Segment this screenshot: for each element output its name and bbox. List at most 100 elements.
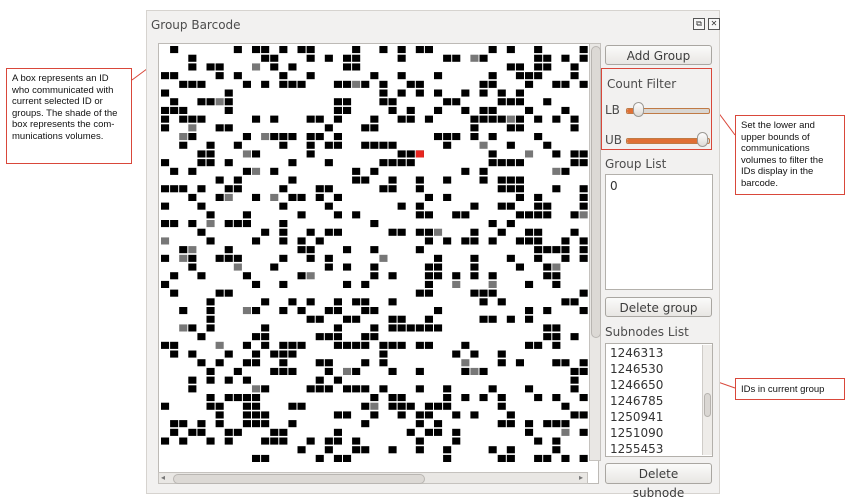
barcode-box[interactable] <box>197 80 206 88</box>
barcode-box[interactable] <box>443 141 452 149</box>
barcode-box[interactable] <box>552 167 561 175</box>
barcode-box[interactable] <box>188 376 197 384</box>
barcode-box[interactable] <box>233 428 242 436</box>
list-item[interactable]: 0 <box>610 179 618 193</box>
barcode-box[interactable] <box>333 324 342 332</box>
barcode-box[interactable] <box>370 124 379 132</box>
barcode-box[interactable] <box>534 54 543 62</box>
barcode-box[interactable] <box>333 298 342 306</box>
barcode-box[interactable] <box>352 46 361 54</box>
barcode-box[interactable] <box>352 315 361 323</box>
barcode-box[interactable] <box>161 185 170 193</box>
barcode-box[interactable] <box>552 115 561 123</box>
barcode-box[interactable] <box>252 307 261 315</box>
barcode-box[interactable] <box>242 150 251 158</box>
barcode-box[interactable] <box>479 367 488 375</box>
barcode-box[interactable] <box>552 394 561 402</box>
barcode-box[interactable] <box>452 280 461 288</box>
barcode-box[interactable] <box>188 133 197 141</box>
list-item[interactable]: 1246650 <box>606 377 702 393</box>
barcode-box[interactable] <box>170 341 179 349</box>
barcode-box[interactable] <box>552 246 561 254</box>
barcode-box[interactable] <box>415 185 424 193</box>
barcode-box[interactable] <box>424 428 433 436</box>
barcode-box[interactable] <box>170 420 179 428</box>
delete-group-button[interactable]: Delete group <box>605 297 712 317</box>
barcode-box[interactable] <box>306 133 315 141</box>
barcode-box[interactable] <box>161 202 170 210</box>
barcode-box[interactable] <box>170 106 179 114</box>
barcode-box[interactable] <box>206 367 215 375</box>
barcode-box[interactable] <box>561 254 570 262</box>
barcode-box[interactable] <box>170 72 179 80</box>
barcode-box[interactable] <box>497 202 506 210</box>
barcode-box[interactable] <box>333 141 342 149</box>
barcode-box[interactable] <box>470 54 479 62</box>
barcode-box[interactable] <box>579 46 588 54</box>
barcode-box[interactable] <box>233 254 242 262</box>
barcode-box[interactable] <box>561 298 570 306</box>
barcode-box[interactable] <box>388 141 397 149</box>
barcode-box[interactable] <box>297 307 306 315</box>
barcode-box[interactable] <box>379 98 388 106</box>
barcode-box[interactable] <box>561 454 570 462</box>
barcode-box[interactable] <box>261 298 270 306</box>
barcode-box[interactable] <box>552 80 561 88</box>
barcode-box[interactable] <box>561 54 570 62</box>
barcode-box[interactable] <box>179 115 188 123</box>
barcode-box[interactable] <box>343 411 352 419</box>
barcode-box[interactable] <box>252 167 261 175</box>
barcode-box[interactable] <box>534 63 543 71</box>
barcode-box[interactable] <box>461 341 470 349</box>
barcode-box[interactable] <box>515 63 524 71</box>
barcode-box[interactable] <box>579 428 588 436</box>
barcode-box[interactable] <box>397 341 406 349</box>
barcode-box[interactable] <box>206 298 215 306</box>
barcode-box[interactable] <box>288 367 297 375</box>
barcode-box[interactable] <box>279 367 288 375</box>
barcode-box[interactable] <box>361 141 370 149</box>
barcode-box[interactable] <box>252 237 261 245</box>
barcode-box[interactable] <box>434 307 443 315</box>
barcode-box[interactable] <box>479 298 488 306</box>
barcode-box[interactable] <box>206 402 215 410</box>
barcode-box[interactable] <box>479 176 488 184</box>
barcode-box[interactable] <box>415 367 424 375</box>
barcode-box[interactable] <box>461 167 470 175</box>
barcode-box[interactable] <box>534 437 543 445</box>
barcode-box[interactable] <box>515 359 524 367</box>
barcode-box[interactable] <box>488 446 497 454</box>
barcode-box[interactable] <box>415 246 424 254</box>
barcode-box[interactable] <box>343 263 352 271</box>
barcode-box[interactable] <box>297 272 306 280</box>
barcode-box[interactable] <box>579 246 588 254</box>
barcode-box[interactable] <box>270 367 279 375</box>
delete-subnode-button[interactable]: Delete subnode <box>605 463 712 500</box>
barcode-box[interactable] <box>370 167 379 175</box>
barcode-box[interactable] <box>534 46 543 54</box>
barcode-box[interactable] <box>288 80 297 88</box>
barcode-box[interactable] <box>525 72 534 80</box>
barcode-box[interactable] <box>370 72 379 80</box>
barcode-box[interactable] <box>534 341 543 349</box>
barcode-box[interactable] <box>352 176 361 184</box>
barcode-box[interactable] <box>333 376 342 384</box>
barcode-box[interactable] <box>488 80 497 88</box>
barcode-box[interactable] <box>288 193 297 201</box>
barcode-box[interactable] <box>497 98 506 106</box>
barcode-box[interactable] <box>461 89 470 97</box>
barcode-box[interactable] <box>197 420 206 428</box>
barcode-box[interactable] <box>352 341 361 349</box>
barcode-box[interactable] <box>543 98 552 106</box>
barcode-box[interactable] <box>515 89 524 97</box>
barcode-box[interactable] <box>215 176 224 184</box>
barcode-box[interactable] <box>206 307 215 315</box>
barcode-box[interactable] <box>161 159 170 167</box>
barcode-box[interactable] <box>379 159 388 167</box>
barcode-box[interactable] <box>252 411 261 419</box>
barcode-box[interactable] <box>188 254 197 262</box>
barcode-box[interactable] <box>188 220 197 228</box>
barcode-box[interactable] <box>197 185 206 193</box>
barcode-box[interactable] <box>333 80 342 88</box>
list-item[interactable]: 1246313 <box>606 345 702 361</box>
